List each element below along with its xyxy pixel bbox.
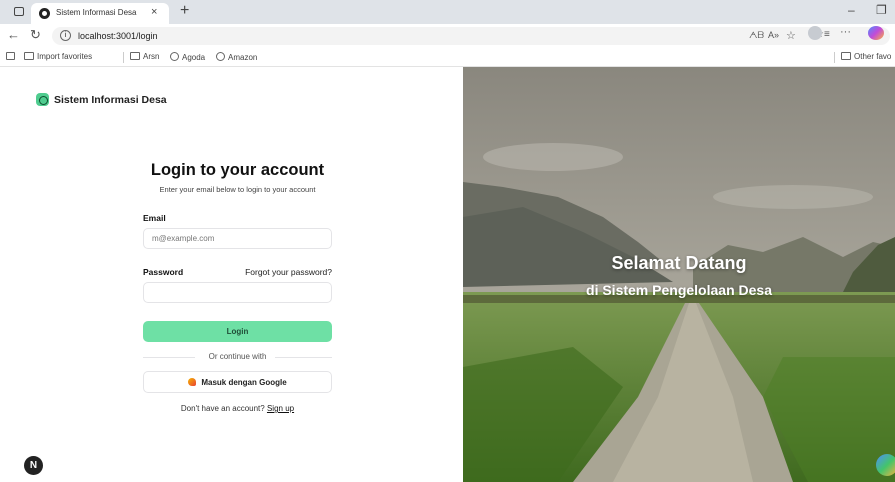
bookmarks-bar: Import favorites Arsn Agoda Amazon Other… (0, 48, 895, 67)
bookmark-import[interactable]: Import favorites (24, 52, 92, 61)
more-icon[interactable]: ··· (840, 26, 851, 38)
login-panel: Sistem Informasi Desa Login to your acco… (0, 67, 463, 482)
google-icon (188, 377, 197, 386)
minimize-icon[interactable]: – (848, 3, 855, 17)
back-icon[interactable]: ← (7, 27, 20, 42)
tab-active[interactable]: Sistem Informasi Desa × (31, 3, 169, 24)
bookmark-separator (834, 52, 835, 63)
site-favicon-icon (39, 8, 50, 19)
globe-icon (216, 52, 225, 61)
hero-landscape-image (463, 67, 895, 482)
read-aloud-icon[interactable]: A» (768, 30, 779, 40)
profile-icon[interactable] (808, 26, 822, 40)
divider: Or continue with (143, 352, 332, 362)
window-menu-icon[interactable] (14, 7, 24, 16)
brand-logo-icon (36, 93, 49, 106)
restore-icon[interactable]: ❐ (876, 3, 887, 17)
folder-icon (841, 52, 851, 60)
refresh-icon[interactable]: ↻ (30, 27, 41, 43)
new-tab-icon[interactable]: + (180, 2, 189, 20)
reader-mode-icon[interactable]: ᗅᗷ (749, 30, 764, 41)
page-title: Login to your account (150, 161, 325, 179)
login-form: Login to your account Enter your email b… (143, 161, 332, 413)
tab-strip: Sistem Informasi Desa × + – ❐ (0, 0, 895, 24)
signup-prompt: Don't have an account? Sign up (180, 404, 295, 413)
copilot-icon[interactable] (868, 26, 884, 40)
login-button[interactable]: Login (143, 321, 332, 342)
url-text[interactable]: localhost:3001/login (78, 31, 158, 41)
browser-window: Sistem Informasi Desa × + – ❐ ← ↻ i loca… (0, 0, 895, 482)
password-field[interactable] (143, 282, 332, 303)
hero-panel: Selamat Datang di Sistem Pengelolaan Des… (463, 67, 895, 482)
bookmark-amazon[interactable]: Amazon (216, 52, 257, 62)
site-info-icon[interactable]: i (60, 30, 71, 41)
bookmark-other-favorites[interactable]: Other favo (841, 52, 891, 61)
folder-icon (130, 52, 140, 60)
hero-subtitle: di Sistem Pengelolaan Desa (586, 282, 772, 298)
bookmark-agoda[interactable]: Agoda (170, 52, 205, 62)
bookmark-separator (123, 52, 124, 63)
forgot-password-link[interactable]: Forgot your password? (245, 267, 332, 277)
signup-link[interactable]: Sign up (267, 404, 294, 413)
email-label: Email (143, 213, 166, 223)
page-subtitle: Enter your email below to login to your … (159, 185, 316, 194)
brand-name: Sistem Informasi Desa (54, 94, 167, 106)
address-bar[interactable]: i localhost:3001/login ᗅᗷ A» ☆ ☆≡ (52, 27, 890, 45)
tab-title: Sistem Informasi Desa (56, 8, 137, 17)
favorite-star-icon[interactable]: ☆ (786, 29, 796, 42)
google-login-button[interactable]: Masuk dengan Google (143, 371, 332, 393)
bookmark-arsn[interactable]: Arsn (130, 52, 159, 61)
password-label: Password (143, 267, 184, 277)
email-field[interactable] (143, 228, 332, 249)
hero-title: Selamat Datang (611, 253, 747, 273)
page-content: Sistem Informasi Desa Login to your acco… (0, 67, 895, 482)
assistant-badge-icon[interactable] (876, 454, 895, 476)
globe-icon (170, 52, 179, 61)
divider-text: Or continue with (208, 352, 267, 361)
dev-tools-badge[interactable]: N (24, 456, 43, 475)
import-folder-icon (24, 52, 34, 60)
address-row: ← ↻ i localhost:3001/login ᗅᗷ A» ☆ ☆≡ ··… (0, 24, 895, 48)
reading-list-icon[interactable] (6, 52, 18, 61)
tab-close-icon[interactable]: × (151, 6, 157, 18)
